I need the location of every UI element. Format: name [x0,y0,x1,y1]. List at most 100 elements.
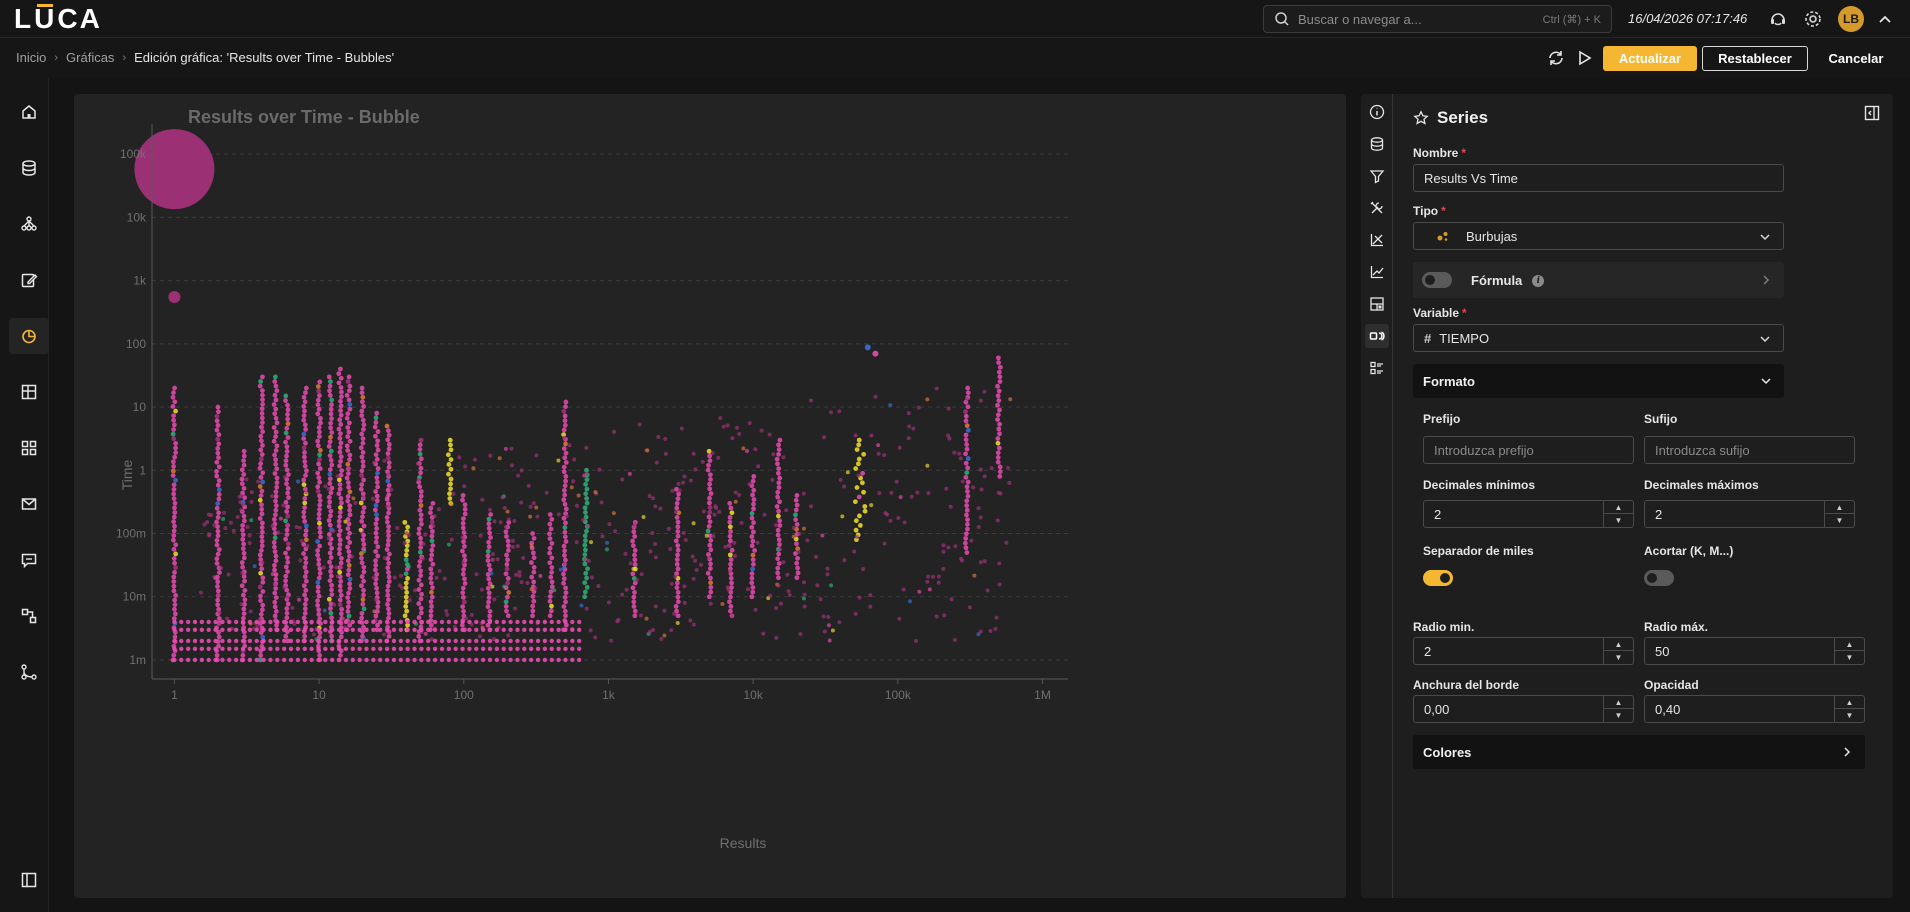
name-field[interactable]: Results Vs Time [1413,164,1784,192]
stepper-down-icon[interactable]: ▼ [1604,709,1633,722]
format-section-header[interactable]: Formato [1413,364,1784,398]
user-avatar[interactable]: LB [1838,6,1864,32]
shorten-toggle[interactable] [1644,570,1674,586]
data-point [171,533,177,538]
sidebar-item-branches[interactable] [9,654,49,690]
stepper-down-icon[interactable]: ▼ [1604,651,1633,664]
stepper-up-icon[interactable]: ▲ [1604,501,1633,514]
sidebar-item-data[interactable] [9,150,49,186]
search-input[interactable]: Buscar o navegar a... Ctrl (⌘) + K [1263,5,1612,33]
sidebar-item-mail[interactable] [9,486,49,522]
sidebar-collapse-button[interactable] [9,862,49,898]
sidebar-item-flows[interactable] [9,598,49,634]
tab-data[interactable] [1365,132,1389,156]
data-point [840,514,845,519]
data-point [964,550,970,555]
data-point [374,526,380,531]
data-point [259,566,265,572]
tab-list-settings[interactable] [1365,356,1389,380]
data-point [749,575,755,581]
tab-trend[interactable] [1365,260,1389,284]
data-point [534,505,539,510]
data-point [428,557,434,562]
data-point [329,587,334,593]
type-select[interactable]: Burbujas [1413,222,1784,250]
refresh-button[interactable] [1546,46,1566,70]
data-point [247,646,253,652]
data-point [215,593,220,598]
x-tick-label: 10 [312,688,326,702]
sidebar-item-editor[interactable] [9,262,49,298]
radius-min-stepper[interactable]: ▲ ▼ [1603,638,1633,664]
reset-button[interactable]: Restablecer [1702,46,1808,71]
stepper-down-icon[interactable]: ▼ [1835,709,1864,722]
thousands-separator-toggle[interactable] [1423,570,1453,586]
support-icon[interactable] [1768,9,1788,29]
radius-max-stepper[interactable]: ▲ ▼ [1834,638,1864,664]
max-decimals-input[interactable]: 2 ▲ ▼ [1644,500,1855,528]
tab-series[interactable] [1365,324,1389,348]
sidebar-item-models[interactable] [9,206,49,242]
settings-gear-icon[interactable] [1803,9,1823,29]
suffix-input[interactable]: Introduzca sufijo [1644,436,1855,464]
data-point [172,569,177,575]
tab-layout[interactable] [1365,292,1389,316]
collapse-panel-icon[interactable] [1863,104,1881,122]
info-icon[interactable]: i [1532,274,1545,287]
border-width-input[interactable]: 0,00 ▲ ▼ [1413,695,1634,723]
y-tick-label: 1m [129,653,146,667]
data-point [562,565,567,570]
data-point [691,576,696,581]
sidebar-item-home[interactable] [9,94,49,130]
data-point [562,525,568,530]
sidebar-item-chat[interactable] [9,542,49,578]
sidebar-item-charts[interactable] [9,318,49,354]
stepper-up-icon[interactable]: ▲ [1604,696,1633,709]
colors-section-header[interactable]: Colores [1413,735,1865,769]
border-width-stepper[interactable]: ▲ ▼ [1603,696,1633,722]
data-point [995,459,1001,465]
stepper-down-icon[interactable]: ▼ [1825,514,1854,527]
data-point [504,566,510,572]
stepper-up-icon[interactable]: ▲ [1604,638,1633,651]
sidebar-item-dashboards[interactable] [9,374,49,410]
data-point [855,461,861,467]
data-point [268,657,273,663]
opacity-stepper[interactable]: ▲ ▼ [1834,696,1864,722]
star-icon[interactable] [1413,110,1429,126]
opacity-input[interactable]: 0,40 ▲ ▼ [1644,695,1865,723]
stepper-down-icon[interactable]: ▼ [1835,651,1864,664]
variable-select[interactable]: # TIEMPO [1413,324,1784,352]
min-decimals-input[interactable]: 2 ▲ ▼ [1423,500,1634,528]
sidebar-item-apps[interactable] [9,430,49,466]
cancel-button[interactable]: Cancelar [1818,46,1894,71]
app-logo[interactable]: L U CA [14,3,102,34]
stepper-up-icon[interactable]: ▲ [1835,638,1864,651]
prefix-input[interactable]: Introduzca prefijo [1423,436,1634,464]
data-point [418,465,424,471]
stepper-up-icon[interactable]: ▲ [1825,501,1854,514]
stepper-down-icon[interactable]: ▼ [1604,514,1633,527]
tab-tools[interactable] [1365,196,1389,220]
chevron-up-icon[interactable] [1875,9,1895,29]
update-button[interactable]: Actualizar [1603,46,1697,71]
formula-toggle[interactable] [1422,272,1452,288]
min-decimals-stepper[interactable]: ▲ ▼ [1603,501,1633,527]
breadcrumb-home[interactable]: Inicio [16,50,46,65]
stepper-up-icon[interactable]: ▲ [1835,696,1864,709]
tab-axes[interactable] [1365,228,1389,252]
data-point [283,430,289,436]
data-point [309,646,314,652]
max-decimals-stepper[interactable]: ▲ ▼ [1824,501,1854,527]
tab-filters[interactable] [1365,164,1389,188]
radius-max-input[interactable]: 50 ▲ ▼ [1644,637,1865,665]
tab-info[interactable] [1365,100,1389,124]
play-button[interactable] [1574,46,1594,70]
data-point [416,587,422,592]
breadcrumb-charts[interactable]: Gráficas [66,50,114,65]
radius-min-input[interactable]: 2 ▲ ▼ [1413,637,1634,665]
data-point [360,597,366,602]
data-point [854,534,859,539]
data-point [418,596,424,602]
formula-row[interactable]: Fórmula i [1413,262,1784,298]
